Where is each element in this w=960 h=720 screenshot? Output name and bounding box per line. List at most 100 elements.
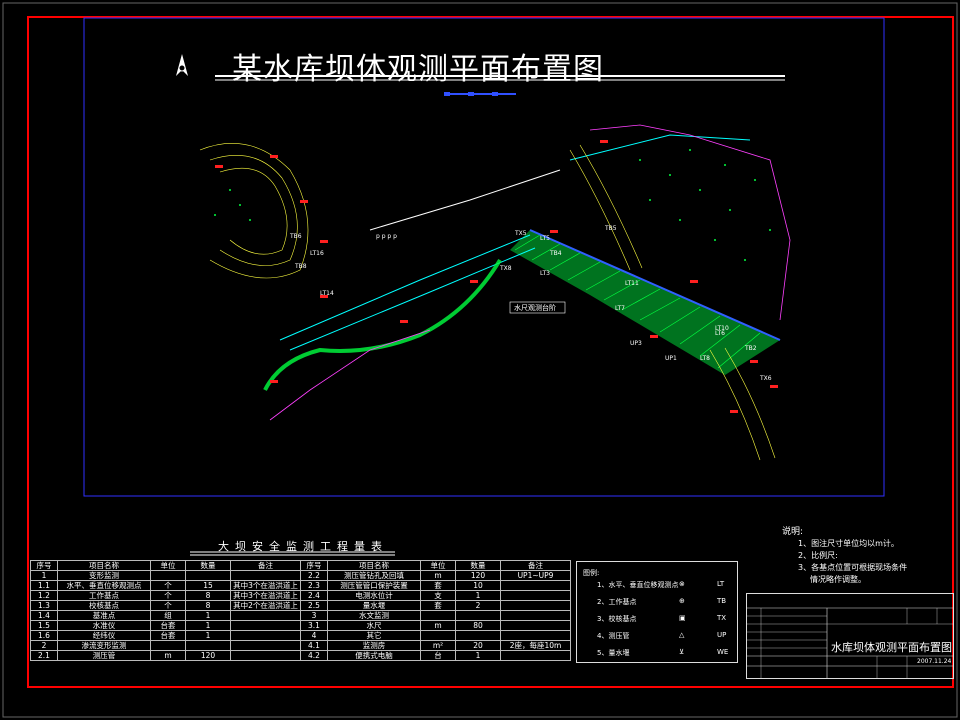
table-cell: 个 bbox=[150, 580, 186, 591]
table-cell: 1 bbox=[185, 610, 231, 621]
table-row: 1.6 经纬仪 台套 1 4 其它 bbox=[30, 630, 571, 641]
legend-header: 图例: bbox=[583, 569, 600, 577]
table-cell: 套 bbox=[420, 600, 456, 611]
table-cell bbox=[500, 590, 571, 601]
table-cell: 序号 bbox=[300, 560, 328, 571]
notes-header: 说明: bbox=[782, 527, 804, 537]
table-cell: 便携式电脑 bbox=[327, 650, 421, 661]
table-cell: 水文监测 bbox=[327, 610, 421, 621]
table-row: 1 变形监测 2.2 测压管钻孔及回填 m 120 UP1~UP9 bbox=[30, 570, 571, 581]
table-cell: 个 bbox=[150, 590, 186, 601]
table-row: 2 渗流变形监测 4.1 监测房 m² 20 2座，每座10m bbox=[30, 640, 571, 651]
table-cell: 台套 bbox=[150, 620, 186, 631]
table-row: 1.2 工作基点个 8 其中3个在溢洪道上 2.4 电测水位计支 1 bbox=[30, 590, 571, 601]
table-header-row: 序号 项目名称 单位 数量 备注 序号 项目名称 单位 数量 备注 bbox=[30, 560, 571, 571]
table-cell: 2.4 bbox=[300, 590, 328, 601]
map-point-label: LT11 bbox=[625, 280, 639, 287]
table-cell: 8 bbox=[185, 600, 231, 611]
table-row: 1.3 校核基点个 8 其中2个在溢洪道上 2.5 量水堰套 2 bbox=[30, 600, 571, 611]
table-cell: 测压管 bbox=[57, 650, 151, 661]
table-cell: 水准仪 bbox=[57, 620, 151, 631]
table-cell: 1 bbox=[30, 570, 58, 581]
table-cell: 项目名称 bbox=[327, 560, 421, 571]
table-cell: 20 bbox=[455, 640, 501, 651]
table-cell: 数量 bbox=[455, 560, 501, 571]
table-cell bbox=[420, 610, 456, 621]
legend-label: 2、工作基点 bbox=[597, 598, 637, 606]
table-cell: 1 bbox=[455, 590, 501, 601]
title-block-grid bbox=[747, 607, 953, 678]
table-cell bbox=[500, 600, 571, 611]
table-cell: 1.4 bbox=[30, 610, 58, 621]
table-cell bbox=[230, 630, 301, 641]
legend-label: 4、测压管 bbox=[597, 632, 630, 640]
table-cell: 4 bbox=[300, 630, 328, 641]
quantity-title-underline bbox=[190, 551, 395, 556]
table-cell bbox=[500, 620, 571, 631]
table-cell: 水尺 bbox=[327, 620, 421, 631]
table-cell bbox=[230, 640, 301, 651]
map-point-label: LT7 bbox=[615, 305, 625, 312]
map-point-label: TB5 bbox=[604, 225, 617, 232]
table-cell: 其它 bbox=[327, 630, 421, 641]
map-point-label: UP1 bbox=[665, 355, 677, 362]
table-cell: 量水堰 bbox=[327, 600, 421, 611]
table-cell: 基准点 bbox=[57, 610, 151, 621]
map-point-label: TX6 bbox=[759, 375, 772, 382]
map-point-label: LT14 bbox=[320, 290, 334, 297]
note-line: 2、比例尺: bbox=[798, 551, 838, 560]
legend-item: 5、量水堰 ⊻ WE bbox=[597, 648, 732, 658]
table-cell: 其中3个在溢洪道上 bbox=[230, 590, 301, 601]
table-cell: 经纬仪 bbox=[57, 630, 151, 641]
table-cell: 备注 bbox=[230, 560, 301, 571]
table-cell: 单位 bbox=[150, 560, 186, 571]
table-cell: 2 bbox=[455, 600, 501, 611]
table-cell bbox=[230, 610, 301, 621]
table-cell bbox=[230, 570, 301, 581]
table-cell: m bbox=[150, 650, 186, 661]
map-point-label: TB8 bbox=[294, 263, 307, 270]
table-row: 1.4 基准点组 1 3 水文监测 bbox=[30, 610, 571, 621]
legend-code: TX bbox=[717, 614, 727, 622]
map-point-label: TX8 bbox=[499, 265, 512, 272]
table-cell: 1.2 bbox=[30, 590, 58, 601]
table-cell: m² bbox=[420, 640, 456, 651]
table-cell: 变形监测 bbox=[57, 570, 151, 581]
table-cell: 120 bbox=[185, 650, 231, 661]
table-row: 1.5 水准仪 台套 1 3.1 水尺 m 80 bbox=[30, 620, 571, 631]
table-cell bbox=[455, 630, 501, 641]
table-cell bbox=[230, 620, 301, 631]
map-point-label: LT16 bbox=[310, 250, 324, 257]
table-cell: 1 bbox=[185, 630, 231, 641]
table-cell bbox=[500, 650, 571, 661]
table-cell: m bbox=[420, 570, 456, 581]
table-cell: 测压管钻孔及回填 bbox=[327, 570, 421, 581]
table-cell: 1.3 bbox=[30, 600, 58, 611]
table-cell: 3.1 bbox=[300, 620, 328, 631]
table-cell: 支 bbox=[420, 590, 456, 601]
legend-item: 3、校核基点 ▣ TX bbox=[597, 614, 732, 624]
river-text: p p p p bbox=[376, 233, 397, 240]
legend-code: UP bbox=[717, 631, 727, 639]
table-cell: m bbox=[420, 620, 456, 631]
table-cell bbox=[420, 630, 456, 641]
table-cell: 10 bbox=[455, 580, 501, 591]
map-point-label: LT5 bbox=[540, 235, 550, 242]
table-cell: 2.5 bbox=[300, 600, 328, 611]
table-cell: 2座，每座10m bbox=[500, 640, 571, 651]
map-point-label: TB2 bbox=[744, 345, 757, 352]
table-cell: 个 bbox=[150, 600, 186, 611]
map-point-label: UP3 bbox=[630, 340, 642, 347]
table-row: 1.1 水平、垂直位移观测点个 15 其中3个在溢洪道上 2.3 测压管管口保护装置套 10 bbox=[30, 580, 571, 591]
table-cell: 2 bbox=[30, 640, 58, 651]
dam-site-map: TB6 LT16 TB8 LT14 TX5 LT5 TB4 TX8 LT3 TB… bbox=[199, 124, 791, 461]
table-cell: 其中2个在溢洪道上 bbox=[230, 600, 301, 611]
table-cell: 3 bbox=[300, 610, 328, 621]
table-cell: UP1~UP9 bbox=[500, 570, 571, 581]
table-cell: 渗流变形监测 bbox=[57, 640, 151, 651]
table-cell: 项目名称 bbox=[57, 560, 151, 571]
legend-symbol-icon: ▣ bbox=[679, 614, 686, 622]
map-point-label: LT8 bbox=[700, 355, 710, 362]
legend-label: 5、量水堰 bbox=[597, 649, 630, 657]
map-point-label: LT3 bbox=[540, 270, 550, 277]
